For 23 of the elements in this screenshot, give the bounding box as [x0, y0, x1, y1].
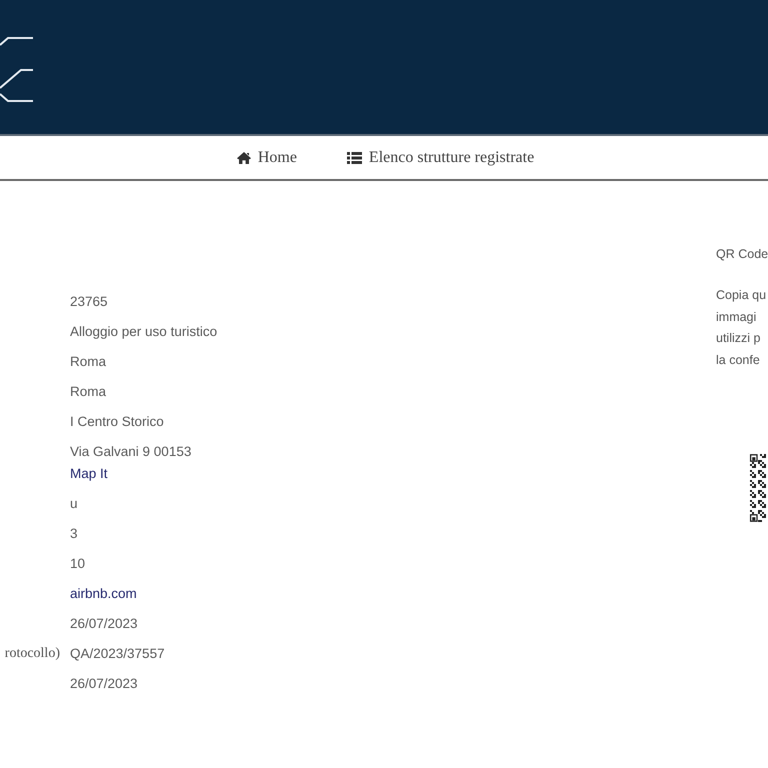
- logo-drawing: [0, 35, 33, 105]
- field-label: rotocollo): [4, 645, 60, 663]
- map-link[interactable]: Map It: [70, 463, 108, 485]
- list-icon: [346, 152, 362, 164]
- qr-code-title: QR Code: [716, 246, 768, 263]
- home-icon: [236, 152, 251, 164]
- instructions-text: Copia qu immagi utilizzi p la confe: [716, 287, 766, 370]
- nav-link[interactable]: Home: [236, 148, 297, 166]
- address-value: Via Galvani 9 00153: [70, 443, 192, 461]
- nav-link[interactable]: Elenco strutture registrate: [346, 148, 534, 166]
- field-value: 23765: [70, 293, 108, 311]
- field-value: 10: [70, 555, 86, 573]
- website-link[interactable]: airbnb.com: [70, 583, 137, 605]
- field-value: Roma: [70, 353, 106, 371]
- field-value: u: [70, 495, 78, 513]
- qr-code-drawing: [749, 454, 768, 522]
- field-value: Roma: [70, 383, 106, 401]
- field-value: Alloggio per uso turistico: [70, 323, 218, 341]
- field-value: 26/07/2023: [70, 615, 138, 633]
- field-value: 26/07/2023: [70, 675, 138, 693]
- field-value: I Centro Storico: [70, 413, 164, 431]
- field-value: 3: [70, 525, 78, 543]
- field-value: QA/2023/37557: [70, 645, 165, 663]
